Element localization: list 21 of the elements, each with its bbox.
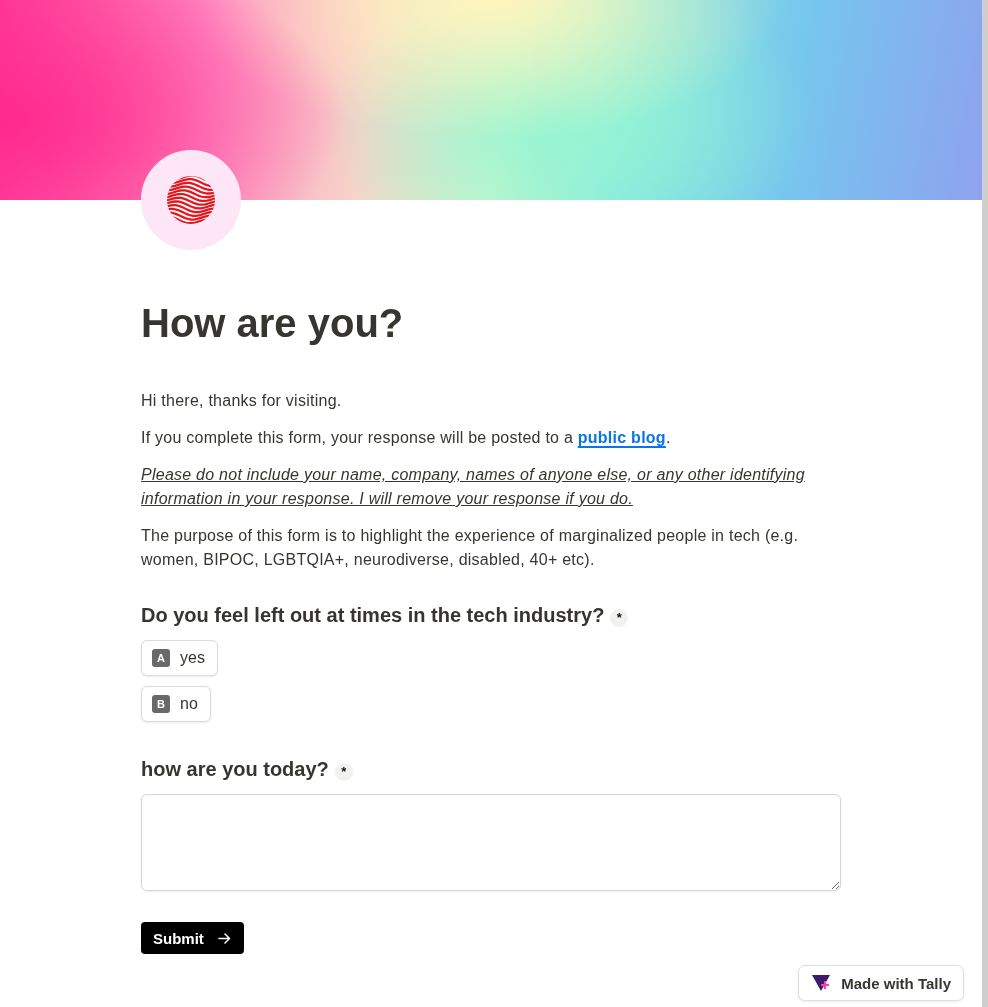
submit-button[interactable]: Submit bbox=[141, 922, 244, 954]
notice-text: Please do not include your name, company, names of anyone else, or any other identifying information in your response. I will remove your response if you do. bbox=[141, 465, 806, 509]
choice-option[interactable]: B no bbox=[141, 686, 211, 722]
triangle-logo-icon bbox=[811, 974, 832, 992]
body-text: Hi there, thanks for visiting. bbox=[141, 391, 342, 411]
blog-link[interactable]: public blog bbox=[577, 429, 666, 446]
wave-globe-icon bbox=[141, 150, 241, 250]
question-label: how are you today? bbox=[141, 757, 329, 782]
made-with-tally-link[interactable]: Made with Tally bbox=[798, 965, 964, 1001]
key-hint: B bbox=[152, 695, 170, 713]
arrow-right-icon bbox=[217, 932, 231, 944]
question-label: Do you feel left out at times in the tech industry? bbox=[141, 603, 605, 628]
form-title: How are you? bbox=[141, 300, 404, 347]
key-hint: A bbox=[152, 649, 170, 667]
scrollbar-track[interactable] bbox=[982, 0, 988, 1007]
answer-field[interactable] bbox=[141, 794, 841, 891]
required-mark: * bbox=[610, 608, 629, 627]
required-mark: * bbox=[334, 762, 353, 781]
choice-option[interactable]: A yes bbox=[141, 640, 218, 676]
body-text: If you complete this form, your response will be posted to a public blog. bbox=[141, 428, 671, 448]
body-text: The purpose of this form is to highlight the experience of marginalized people in tech (e.g. women, BIPOC, LGBTQIA+, neurodiverse, disabled, 40+ etc). bbox=[141, 526, 800, 570]
